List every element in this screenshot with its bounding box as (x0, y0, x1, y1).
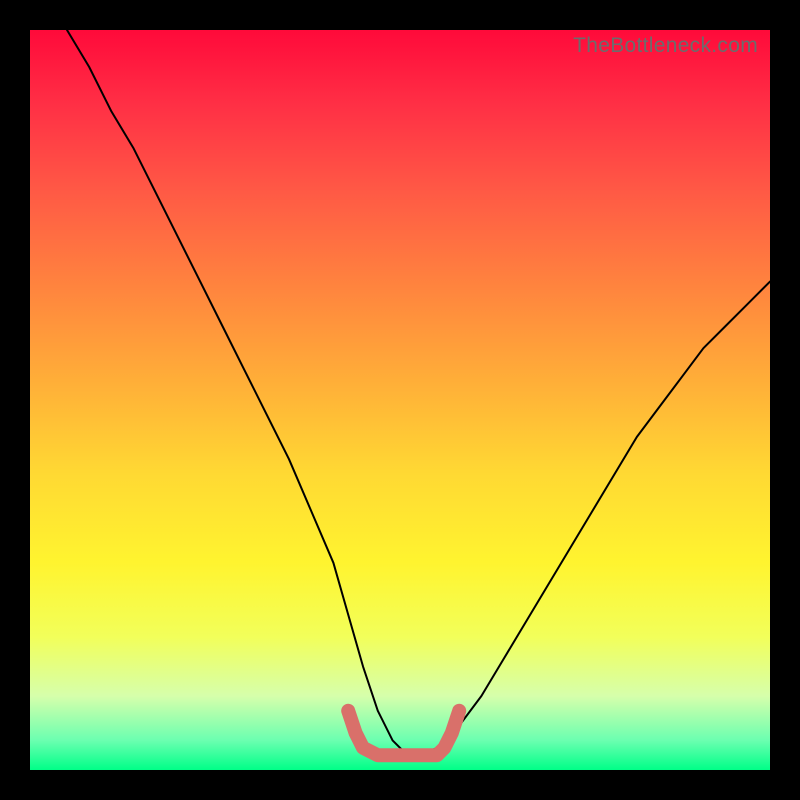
plot-area: TheBottleneck.com (30, 30, 770, 770)
curve-overlay (30, 30, 770, 770)
chart-frame: TheBottleneck.com (0, 0, 800, 800)
bottleneck-curve (67, 30, 770, 755)
optimal-zone-marker (348, 711, 459, 755)
